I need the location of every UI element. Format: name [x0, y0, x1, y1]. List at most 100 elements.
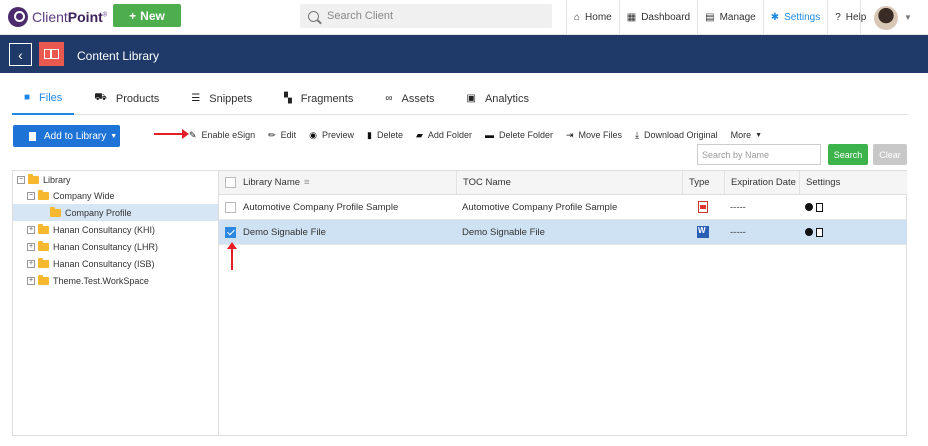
column-type[interactable]: Type — [682, 171, 724, 194]
move-files-button[interactable]: ⇥ Move Files — [566, 130, 622, 141]
expand-toggle[interactable]: + — [27, 225, 35, 234]
cell-type — [682, 220, 724, 244]
plus-icon: + — [129, 8, 137, 23]
file-toolbar: ✎ Enable eSign ✏ Edit ◉ Preview ▮ Delete ▰ Ad… — [189, 128, 775, 142]
info-icon[interactable] — [805, 203, 813, 211]
manage-icon: ▤ — [705, 12, 715, 23]
expand-toggle[interactable]: + — [27, 259, 35, 268]
cell-toc-name: Automotive Company Profile Sample — [462, 201, 618, 213]
trash-icon: ▮ — [367, 129, 372, 140]
folder-icon — [28, 173, 39, 184]
cell-type — [682, 195, 724, 219]
row-checkbox[interactable] — [225, 202, 236, 213]
select-all-checkbox[interactable] — [225, 177, 236, 188]
eye-icon: ◉ — [309, 129, 318, 140]
copy-icon[interactable] — [816, 227, 823, 237]
search-button[interactable]: Search — [828, 144, 868, 165]
delete-folder-button[interactable]: ▬ Delete Folder — [485, 130, 553, 140]
clientpoint-wordmark: ClientPoint® — [32, 9, 108, 25]
home-icon: ⌂ — [574, 12, 581, 23]
caret-down-icon: ▼ — [755, 131, 763, 139]
nav-dashboard[interactable]: ▦ Dashboard — [618, 0, 697, 35]
link-icon: ∞ — [385, 93, 393, 104]
column-expiration-date[interactable]: Expiration Date — [724, 171, 799, 194]
tree-node-company-profile[interactable]: Company Profile — [13, 204, 218, 221]
word-icon — [697, 226, 709, 238]
nav-home[interactable]: ⌂ Home — [566, 0, 619, 35]
cell-expiration: ----- — [730, 201, 746, 213]
move-icon: ⇥ — [565, 129, 574, 140]
tree-node-library[interactable]: − Library — [17, 171, 71, 188]
more-menu-button[interactable]: More ▼ — [731, 130, 762, 140]
tab-assets[interactable]: ∞ Assets — [373, 82, 446, 115]
row-checkbox[interactable] — [225, 227, 236, 238]
nav-settings[interactable]: ✱ Settings — [762, 0, 828, 35]
file-icon: ■ — [24, 92, 31, 103]
clientpoint-logo-mark — [8, 7, 28, 27]
nav-manage[interactable]: ▤ Manage — [697, 0, 763, 35]
folder-icon — [38, 240, 49, 251]
collapse-toggle[interactable]: − — [27, 191, 35, 200]
dashboard-icon: ▦ — [626, 12, 637, 23]
user-menu[interactable]: ▼ — [860, 0, 928, 35]
enable-esign-button[interactable]: ✎ Enable eSign — [189, 130, 255, 141]
table-row[interactable]: Demo Signable File Demo Signable File --… — [219, 220, 907, 245]
tab-fragments[interactable]: ▚ Fragments — [272, 82, 365, 115]
caret-down-icon: ▼ — [110, 132, 118, 140]
page-title: Content Library — [77, 49, 160, 63]
add-folder-icon: ▰ — [416, 129, 423, 140]
info-icon[interactable] — [805, 228, 813, 236]
delete-button[interactable]: ▮ Delete — [367, 130, 403, 141]
annotation-arrow-right — [154, 129, 189, 139]
collapse-toggle[interactable]: − — [17, 175, 25, 184]
gear-icon: ✱ — [770, 12, 780, 23]
search-client-input[interactable]: Search Client — [300, 4, 552, 28]
copy-icon[interactable] — [816, 202, 823, 212]
document-icon — [29, 131, 36, 141]
search-icon — [308, 10, 319, 22]
book-icon — [44, 49, 59, 59]
column-library-name[interactable]: Library Name ≡ — [237, 171, 456, 194]
cell-settings — [799, 195, 907, 219]
basket-icon: ⛟ — [94, 92, 107, 103]
clientpoint-logo[interactable]: ClientPoint® — [8, 7, 107, 27]
column-toc-name[interactable]: TOC Name — [456, 171, 682, 194]
cell-library-name: Demo Signable File — [243, 226, 326, 238]
clear-button[interactable]: Clear — [873, 144, 907, 165]
preview-button[interactable]: ◉ Preview — [309, 130, 354, 141]
add-folder-button[interactable]: ▰ Add Folder — [416, 130, 472, 141]
folder-icon — [38, 189, 49, 200]
chevron-left-icon: ‹ — [18, 46, 23, 63]
column-settings: Settings — [799, 171, 907, 194]
download-original-button[interactable]: ⤓ Download Original — [635, 130, 718, 141]
help-icon: ? — [835, 12, 841, 23]
search-by-name-input[interactable]: Search by Name — [697, 144, 821, 165]
tree-node-hanan-lhr[interactable]: + Hanan Consultancy (LHR) — [27, 238, 158, 255]
tree-node-hanan-khi[interactable]: + Hanan Consultancy (KHI) — [27, 221, 155, 238]
back-button[interactable]: ‹ — [9, 43, 32, 66]
top-navbar: ClientPoint® + New Search Client ⌂ Home ▦… — [0, 0, 928, 35]
library-view-button[interactable] — [39, 42, 64, 66]
cell-expiration: ----- — [730, 226, 746, 238]
cell-toc-name: Demo Signable File — [462, 226, 545, 238]
tree-node-hanan-isb[interactable]: + Hanan Consultancy (ISB) — [27, 255, 155, 272]
library-tabs: ■ Files ⛟ Products ☰ Snippets ▚ Fragments ∞ A… — [12, 82, 907, 115]
expand-toggle[interactable]: + — [27, 276, 35, 285]
edit-button[interactable]: ✏ Edit — [268, 130, 296, 141]
sort-icon: ≡ — [304, 177, 310, 188]
table-row[interactable]: Automotive Company Profile Sample Automo… — [219, 195, 907, 220]
pencil-icon: ✏ — [268, 129, 276, 140]
tab-analytics[interactable]: ▣ Analytics — [455, 82, 541, 115]
tab-products[interactable]: ⛟ Products — [82, 82, 171, 115]
folder-icon — [50, 206, 61, 217]
add-to-library-button[interactable]: Add to Library ▼ — [13, 125, 120, 147]
pdf-icon — [698, 201, 708, 213]
tree-node-theme-test[interactable]: + Theme.Test.WorkSpace — [27, 272, 149, 289]
folder-icon — [38, 223, 49, 234]
tab-files[interactable]: ■ Files — [12, 82, 75, 115]
expand-toggle[interactable]: + — [27, 242, 35, 251]
tree-node-company-wide[interactable]: − Company Wide — [27, 187, 115, 204]
new-button[interactable]: + New — [113, 4, 181, 27]
folder-tree: − Library − Company Wide Company Profile +… — [12, 170, 219, 436]
tab-snippets[interactable]: ☰ Snippets — [179, 82, 264, 115]
